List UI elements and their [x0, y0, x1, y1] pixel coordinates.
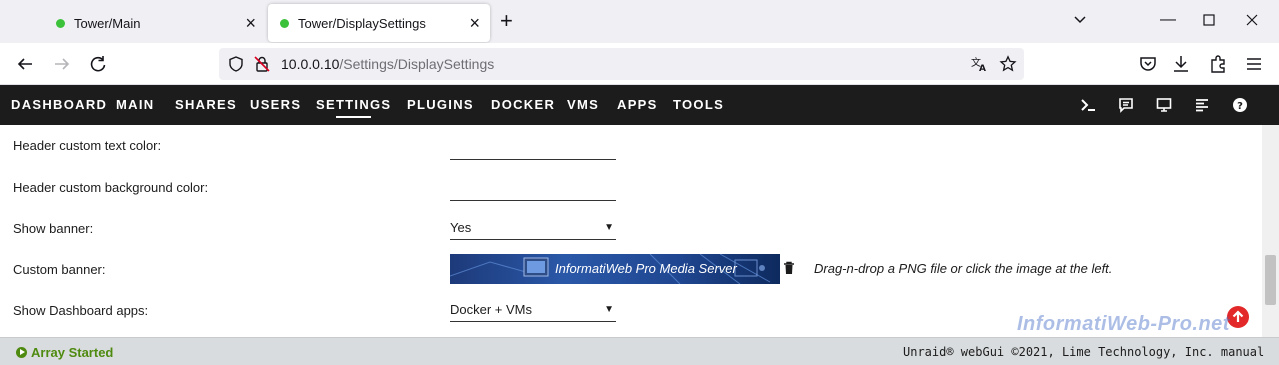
menu-item-main[interactable]: MAIN: [116, 85, 154, 125]
url-host: 10.0.0.10: [281, 56, 340, 72]
status-footer: Array Started Unraid® webGui ©2021, Lime…: [0, 337, 1279, 365]
menu-item-users[interactable]: USERS: [250, 85, 301, 125]
array-status-text: Array Started: [31, 345, 114, 360]
pocket-icon[interactable]: [1137, 53, 1159, 75]
browser-tab-strip: Tower/Main × Tower/DisplaySettings × + —: [0, 0, 1279, 43]
banner-hint: Drag-n-drop a PNG file or click the imag…: [814, 261, 1113, 276]
menu-item-plugins[interactable]: PLUGINS: [407, 85, 474, 125]
svg-text:A: A: [979, 64, 986, 73]
play-circle-icon: [16, 347, 27, 358]
forward-arrow-icon[interactable]: [51, 53, 73, 75]
scroll-to-top-button[interactable]: [1227, 306, 1249, 328]
tab-tower-displaysettings[interactable]: Tower/DisplaySettings ×: [268, 4, 490, 42]
close-window-icon[interactable]: [1246, 14, 1258, 26]
header-text-color-label: Header custom text color:: [13, 138, 162, 153]
menu-item-settings[interactable]: SETTINGS: [316, 85, 391, 125]
menu-item-tools[interactable]: TOOLS: [673, 85, 724, 125]
tab-tower-main[interactable]: Tower/Main ×: [44, 4, 266, 42]
banner-text: InformatiWeb Pro Media Server: [555, 261, 737, 276]
vertical-scrollbar[interactable]: [1262, 125, 1279, 337]
reload-icon[interactable]: [87, 53, 109, 75]
show-banner-value: Yes: [450, 220, 472, 235]
feedback-icon[interactable]: [1118, 97, 1134, 113]
show-dashboard-apps-select[interactable]: Docker + VMs ▼: [450, 300, 616, 322]
menu-item-vms[interactable]: VMS: [567, 85, 599, 125]
scrollbar-thumb[interactable]: [1265, 255, 1276, 305]
header-text-color-input[interactable]: [450, 139, 616, 160]
svg-text:?: ?: [1237, 101, 1243, 112]
show-dashboard-apps-label: Show Dashboard apps:: [13, 303, 149, 318]
url-text[interactable]: 10.0.0.10/Settings/DisplaySettings: [281, 56, 494, 72]
trash-icon[interactable]: [783, 261, 795, 275]
log-icon[interactable]: [1194, 97, 1210, 113]
shield-icon[interactable]: [227, 55, 245, 73]
watermark: InformatiWeb-Pro.net: [1017, 313, 1230, 335]
help-icon[interactable]: ?: [1232, 97, 1248, 113]
tab-title: Tower/DisplaySettings: [298, 15, 426, 31]
show-banner-label: Show banner:: [13, 221, 94, 236]
insecure-lock-icon[interactable]: [253, 55, 271, 73]
array-status: Array Started: [16, 345, 113, 360]
maximize-window-icon[interactable]: [1203, 14, 1215, 26]
minimize-window-icon[interactable]: —: [1160, 10, 1176, 30]
monitor-icon[interactable]: [1156, 97, 1172, 113]
url-path: /Settings/DisplaySettings: [339, 56, 495, 72]
favicon-green-dot-icon: [56, 18, 65, 28]
arrow-up-icon: [1232, 310, 1244, 322]
unraid-main-menu: DASHBOARD MAIN SHARES USERS SETTINGS PLU…: [0, 85, 1279, 125]
menu-item-dashboard[interactable]: DASHBOARD: [11, 85, 107, 125]
tab-title: Tower/Main: [74, 15, 141, 31]
menu-item-docker[interactable]: DOCKER: [491, 85, 555, 125]
extensions-puzzle-icon[interactable]: [1207, 53, 1229, 75]
menu-item-apps[interactable]: APPS: [617, 85, 658, 125]
translate-icon[interactable]: 文 A: [970, 55, 988, 73]
back-arrow-icon[interactable]: [14, 53, 36, 75]
header-bg-color-input[interactable]: [450, 180, 616, 201]
favicon-green-dot-icon: [280, 18, 289, 28]
display-settings-content: Header custom text color: Header custom …: [0, 125, 1262, 337]
browser-navigation-bar: 10.0.0.10/Settings/DisplaySettings 文 A: [0, 43, 1279, 85]
show-dashboard-apps-value: Docker + VMs: [450, 302, 532, 317]
downloads-icon[interactable]: [1170, 53, 1192, 75]
dropdown-arrow-icon: ▼: [604, 222, 614, 233]
terminal-icon[interactable]: [1080, 97, 1096, 113]
footer-copyright: Unraid® webGui ©2021, Lime Technology, I…: [903, 345, 1265, 359]
show-banner-select[interactable]: Yes ▼: [450, 218, 616, 240]
close-tab-icon[interactable]: ×: [245, 14, 256, 32]
header-bg-color-label: Header custom background color:: [13, 180, 209, 195]
list-all-tabs-chevron-down-icon[interactable]: [1072, 11, 1088, 27]
dropdown-arrow-icon: ▼: [604, 304, 614, 315]
custom-banner-label: Custom banner:: [13, 262, 106, 277]
address-bar[interactable]: 10.0.0.10/Settings/DisplaySettings 文 A: [219, 48, 1024, 80]
menu-item-shares[interactable]: SHARES: [175, 85, 237, 125]
custom-banner-image[interactable]: InformatiWeb Pro Media Server: [450, 254, 780, 284]
new-tab-plus-icon[interactable]: +: [500, 10, 513, 32]
bookmark-star-icon[interactable]: [999, 55, 1017, 73]
hamburger-menu-icon[interactable]: [1243, 53, 1265, 75]
close-tab-icon[interactable]: ×: [469, 14, 480, 32]
